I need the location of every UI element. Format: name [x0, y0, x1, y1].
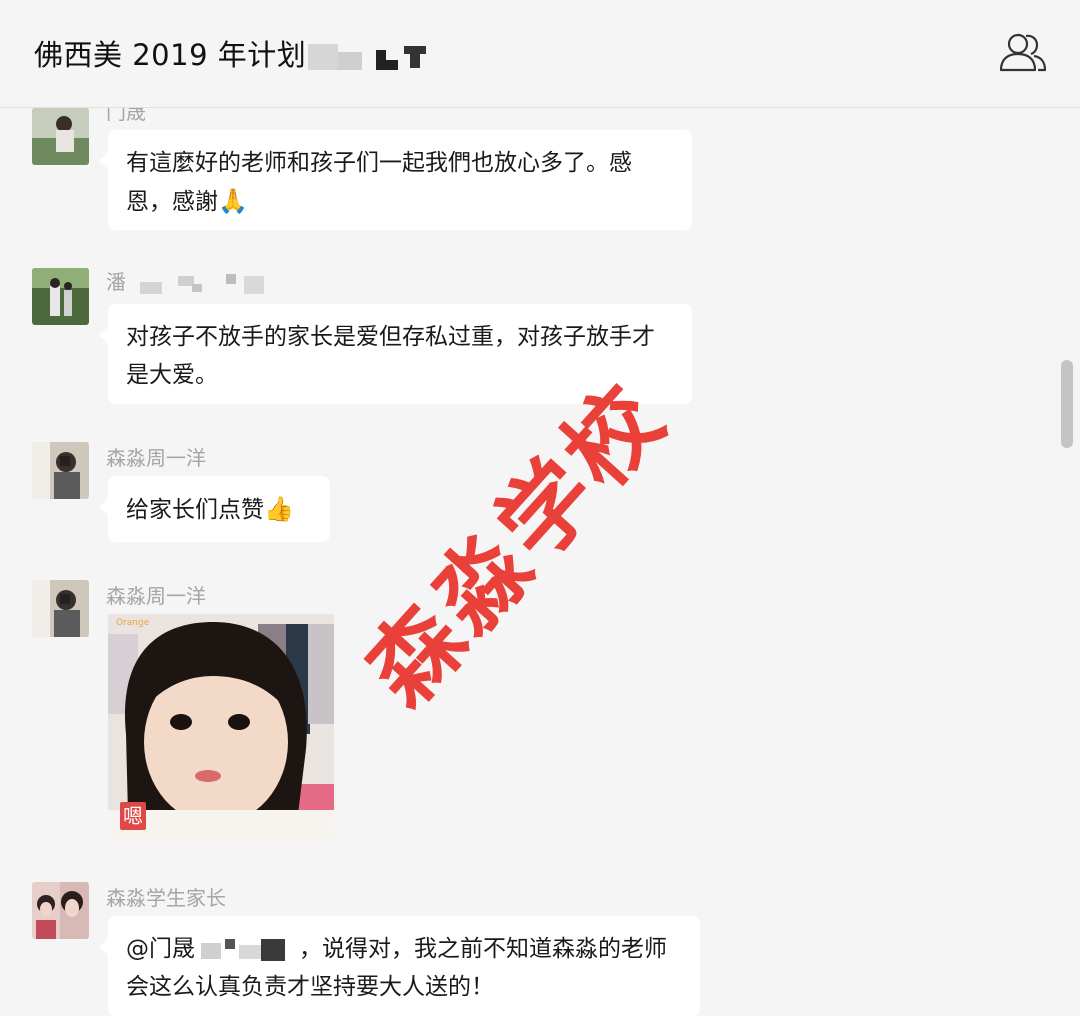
chat-header: 佛西美 2019 年计划 [0, 0, 1080, 108]
message-bubble[interactable]: @门晟 ，说得对，我之前不知道森淼的老师会这么认真负责才坚持要大人送的！ [99, 916, 700, 1016]
avatar-photo [32, 882, 89, 939]
sticker-image[interactable]: Orange 嗯 [108, 614, 334, 840]
chat-title: 佛西美 2019 年计划 [34, 32, 427, 74]
avatar[interactable] [32, 108, 89, 165]
redacted-mention-mosaic [195, 937, 299, 963]
sender-name: 森淼周一洋 [106, 584, 206, 608]
message-text: 给家长们点赞 [126, 497, 264, 523]
mention-text[interactable]: @门晟 [126, 936, 195, 962]
message-list[interactable]: 门晟 有這麼好的老师和孩子们一起我們也放心多了。感恩，感謝🙏 潘 对孩子不放手的… [0, 108, 1080, 1016]
message-text: 有這麼好的老师和孩子们一起我們也放心多了。感恩，感謝 [126, 150, 632, 215]
sender-name: 森淼周一洋 [106, 446, 206, 470]
sender-name: 潘 [106, 266, 266, 296]
avatar-photo [32, 108, 89, 165]
avatar-photo [32, 580, 89, 637]
message-bubble[interactable]: 有這麼好的老师和孩子们一起我們也放心多了。感恩，感謝🙏 [99, 130, 692, 230]
message-bubble[interactable]: 给家长们点赞👍 [99, 476, 330, 542]
pray-emoji-icon: 🙏 [218, 187, 248, 215]
sticker-brand-label: Orange [116, 618, 150, 628]
avatar[interactable] [32, 268, 89, 325]
scrollbar-thumb[interactable] [1061, 360, 1073, 448]
redacted-name-mosaic [126, 272, 266, 296]
thumbs-up-emoji-icon: 👍 [264, 495, 294, 523]
avatar[interactable] [32, 442, 89, 499]
message-bubble[interactable]: 对孩子不放手的家长是爱但存私过重，对孩子放手才是大爱。 [99, 304, 692, 404]
members-icon [999, 33, 1047, 72]
sticker-caption: 嗯 [120, 802, 146, 830]
chat-title-text: 佛西美 2019 年计划 [34, 38, 307, 72]
avatar[interactable] [32, 882, 89, 939]
redacted-title-mosaic [308, 40, 427, 74]
avatar-photo [32, 268, 89, 325]
chat-window: 佛西美 2019 年计划 门晟 有這麼好的老师和孩子们一起我們也放心多了。感恩，… [0, 0, 1080, 1016]
members-button[interactable] [996, 30, 1050, 76]
avatar[interactable] [32, 580, 89, 637]
sender-name: 森淼学生家长 [106, 886, 226, 910]
sender-name: 门晟 [106, 108, 146, 124]
message-text: 对孩子不放手的家长是爱但存私过重，对孩子放手才是大爱。 [126, 324, 655, 388]
avatar-photo [32, 442, 89, 499]
